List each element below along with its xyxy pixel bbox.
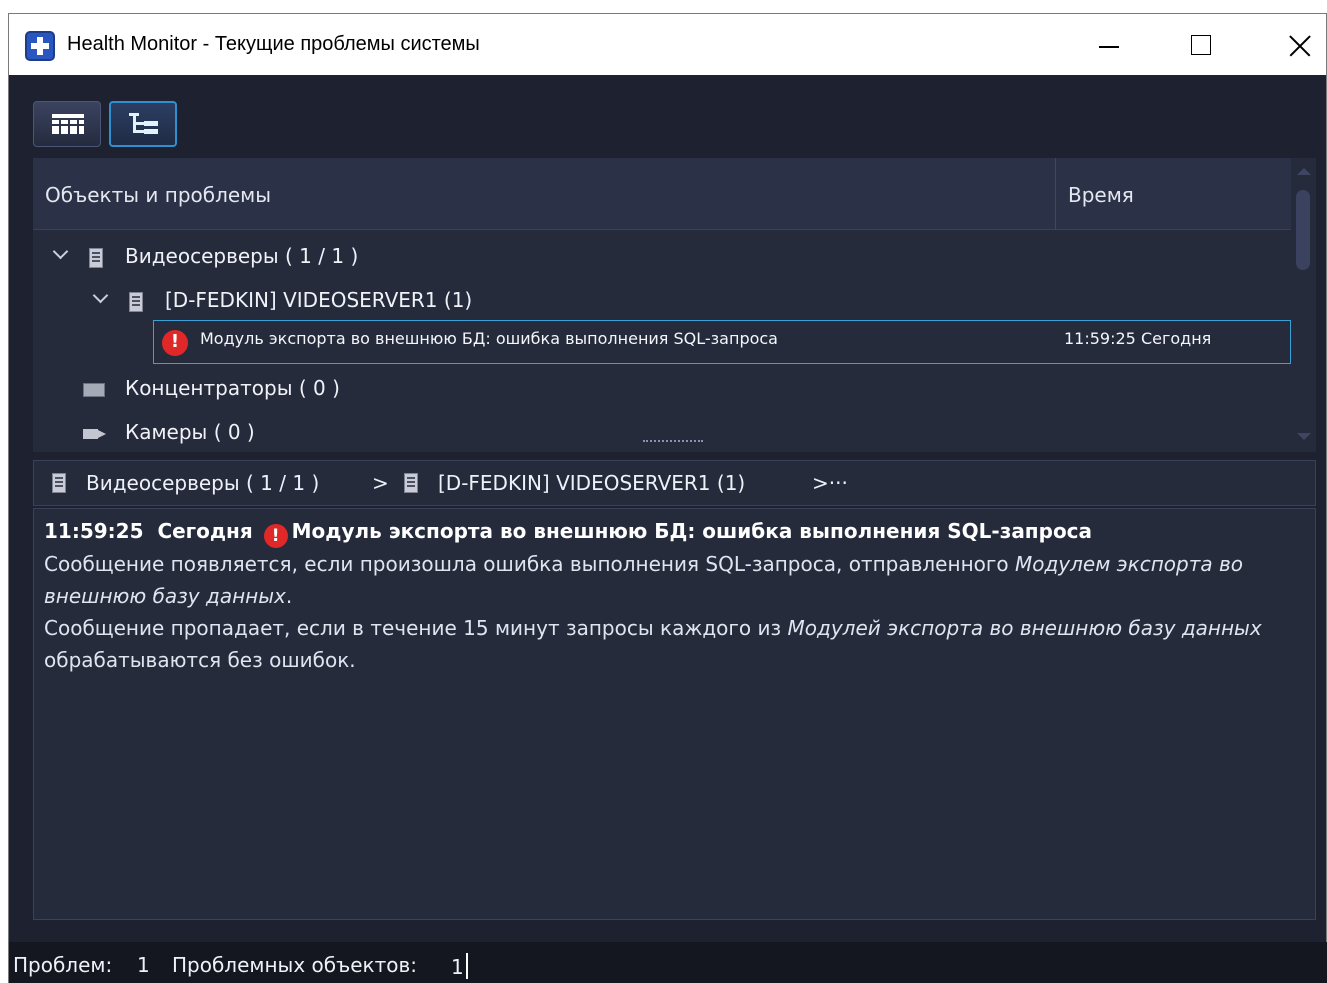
health-monitor-window: Health Monitor - Текущие проблемы систем…	[8, 13, 1327, 983]
breadcrumb-separator: >	[372, 471, 389, 495]
table-view-button[interactable]	[33, 101, 101, 147]
camera-icon	[83, 429, 98, 439]
tree-row-time: 11:59:25 Сегодня	[1064, 329, 1212, 348]
window-title: Health Monitor - Текущие проблемы систем…	[67, 33, 480, 55]
details-paragraph-2: Сообщение пропадает, если в течение 15 м…	[44, 616, 1262, 672]
scroll-down-icon[interactable]	[1297, 433, 1311, 440]
problems-tree[interactable]: Объекты и проблемы Время Видеосерверы ( …	[33, 158, 1316, 452]
column-header-objects[interactable]: Объекты и проблемы	[45, 183, 271, 207]
tree-row-hubs[interactable]: Концентраторы ( 0 )	[33, 368, 1291, 408]
splitter-handle[interactable]	[643, 440, 703, 446]
tree-row-label: Концентраторы ( 0 )	[125, 376, 340, 400]
breadcrumb-item-videoserver1[interactable]: [D-FEDKIN] VIDEOSERVER1 (1)	[438, 471, 745, 495]
tree-row-label: Модуль экспорта во внешнюю БД: ошибка вы…	[200, 329, 778, 348]
tree-header: Объекты и проблемы Время	[33, 158, 1291, 230]
close-button[interactable]	[1237, 14, 1327, 75]
status-objects-label: Проблемных объектов:	[172, 953, 418, 977]
hub-icon	[83, 383, 105, 397]
details-time: 11:59:25	[44, 519, 144, 543]
tree-row-label: Камеры ( 0 )	[125, 420, 255, 444]
tree-row-videoserver1[interactable]: [D-FEDKIN] VIDEOSERVER1 (1)	[33, 280, 1291, 320]
server-icon	[52, 473, 66, 493]
status-problems-label: Проблем:	[13, 953, 113, 977]
status-bar: Проблем: 1 Проблемных объектов: 1	[9, 942, 1327, 983]
tree-row-label: Видеосерверы ( 1 / 1 )	[125, 244, 359, 268]
status-objects-count: 1	[451, 953, 468, 979]
tree-view-icon	[127, 113, 159, 135]
error-icon: !	[263, 524, 288, 548]
problem-details: 11:59:25 Сегодня ! Модуль экспорта во вне…	[33, 508, 1316, 920]
table-grid-icon	[52, 114, 84, 134]
breadcrumb-item-videoservers[interactable]: Видеосерверы ( 1 / 1 )	[86, 471, 319, 495]
details-title: Модуль экспорта во внешнюю БД: ошибка вы…	[291, 519, 1093, 543]
status-problems-count: 1	[137, 953, 150, 977]
scroll-up-icon[interactable]	[1297, 168, 1311, 175]
server-icon	[129, 292, 143, 312]
title-bar[interactable]: Health Monitor - Текущие проблемы систем…	[9, 14, 1326, 75]
breadcrumb: Видеосерверы ( 1 / 1 ) > [D-FEDKIN] VIDE…	[33, 460, 1316, 506]
server-icon	[404, 473, 418, 493]
tree-view-button[interactable]	[109, 101, 177, 147]
server-icon	[89, 248, 103, 268]
scroll-thumb[interactable]	[1296, 190, 1310, 270]
tree-row-problem-selected[interactable]: Модуль экспорта во внешнюю БД: ошибка вы…	[153, 320, 1291, 364]
maximize-icon	[1191, 35, 1211, 55]
tree-row-cameras[interactable]: Камеры ( 0 )	[33, 412, 1291, 452]
details-header: 11:59:25 Сегодня ! Модуль экспорта во вне…	[44, 515, 1305, 548]
details-paragraph-1: Сообщение появляется, если произошла оши…	[44, 552, 1244, 608]
health-cross-icon	[25, 31, 55, 61]
minimize-icon	[1099, 46, 1119, 48]
breadcrumb-more[interactable]: >···	[812, 471, 848, 495]
chevron-down-icon[interactable]	[92, 287, 109, 304]
tree-scrollbar[interactable]	[1291, 158, 1316, 452]
tree-row-videoservers[interactable]: Видеосерверы ( 1 / 1 )	[33, 236, 1291, 276]
details-day: Сегодня	[157, 519, 253, 543]
maximize-button[interactable]	[1145, 14, 1237, 75]
error-icon	[162, 330, 188, 356]
chevron-down-icon[interactable]	[52, 243, 69, 260]
minimize-button[interactable]	[1053, 14, 1145, 75]
column-header-time[interactable]: Время	[1068, 183, 1134, 207]
tree-row-label: [D-FEDKIN] VIDEOSERVER1 (1)	[165, 288, 473, 312]
text-caret	[465, 953, 468, 979]
